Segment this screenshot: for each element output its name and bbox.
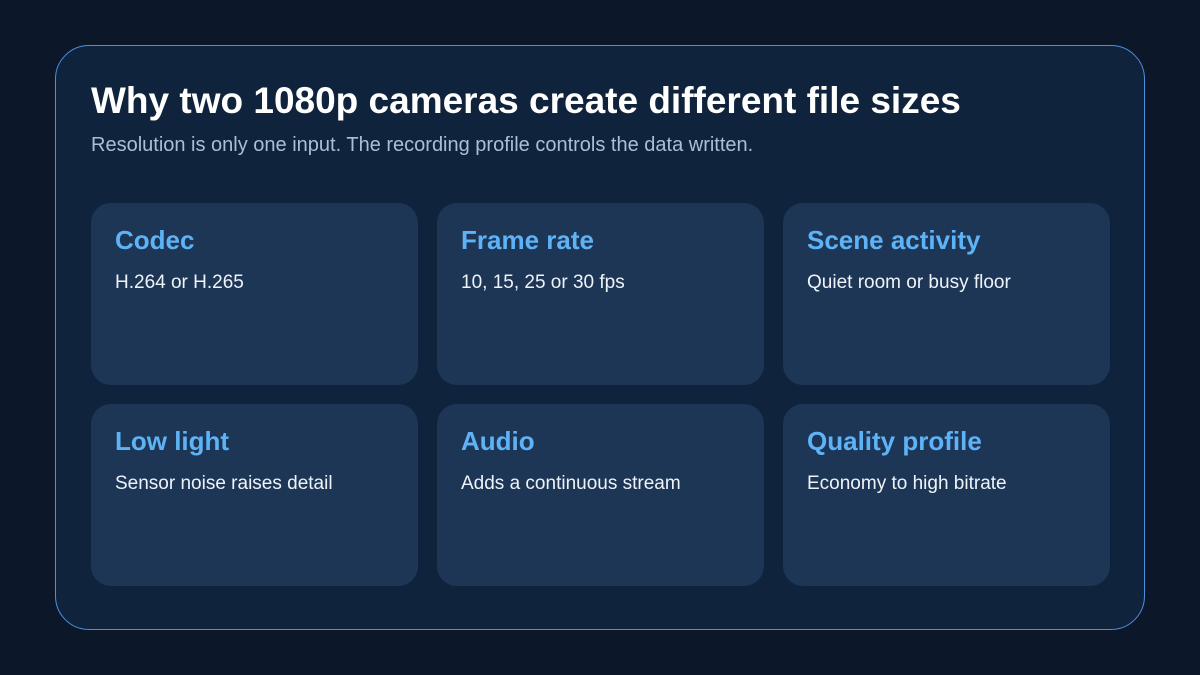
card-codec: Codec H.264 or H.265	[91, 203, 418, 385]
card-low-light: Low light Sensor noise raises detail	[91, 404, 418, 586]
card-frame-rate: Frame rate 10, 15, 25 or 30 fps	[437, 203, 764, 385]
card-title: Low light	[115, 426, 230, 456]
card-description: H.264 or H.265	[115, 272, 244, 293]
card-title: Codec	[115, 225, 195, 255]
card-title: Frame rate	[461, 225, 594, 255]
card-description: Quiet room or busy floor	[807, 272, 1011, 293]
factor-grid: Codec H.264 or H.265 Frame rate 10, 15, …	[91, 203, 1110, 586]
page-subtitle: Resolution is only one input. The record…	[91, 134, 754, 156]
info-panel: Why two 1080p cameras create different f…	[55, 45, 1145, 630]
card-title: Scene activity	[807, 225, 981, 255]
card-description: Economy to high bitrate	[807, 473, 1007, 494]
card-description: 10, 15, 25 or 30 fps	[461, 272, 625, 293]
card-title: Quality profile	[807, 426, 982, 456]
page-title: Why two 1080p cameras create different f…	[91, 80, 961, 121]
card-audio: Audio Adds a continuous stream	[437, 404, 764, 586]
card-description: Adds a continuous stream	[461, 473, 681, 494]
card-scene-activity: Scene activity Quiet room or busy floor	[783, 203, 1110, 385]
card-description: Sensor noise raises detail	[115, 473, 333, 494]
card-quality-profile: Quality profile Economy to high bitrate	[783, 404, 1110, 586]
card-title: Audio	[461, 426, 535, 456]
